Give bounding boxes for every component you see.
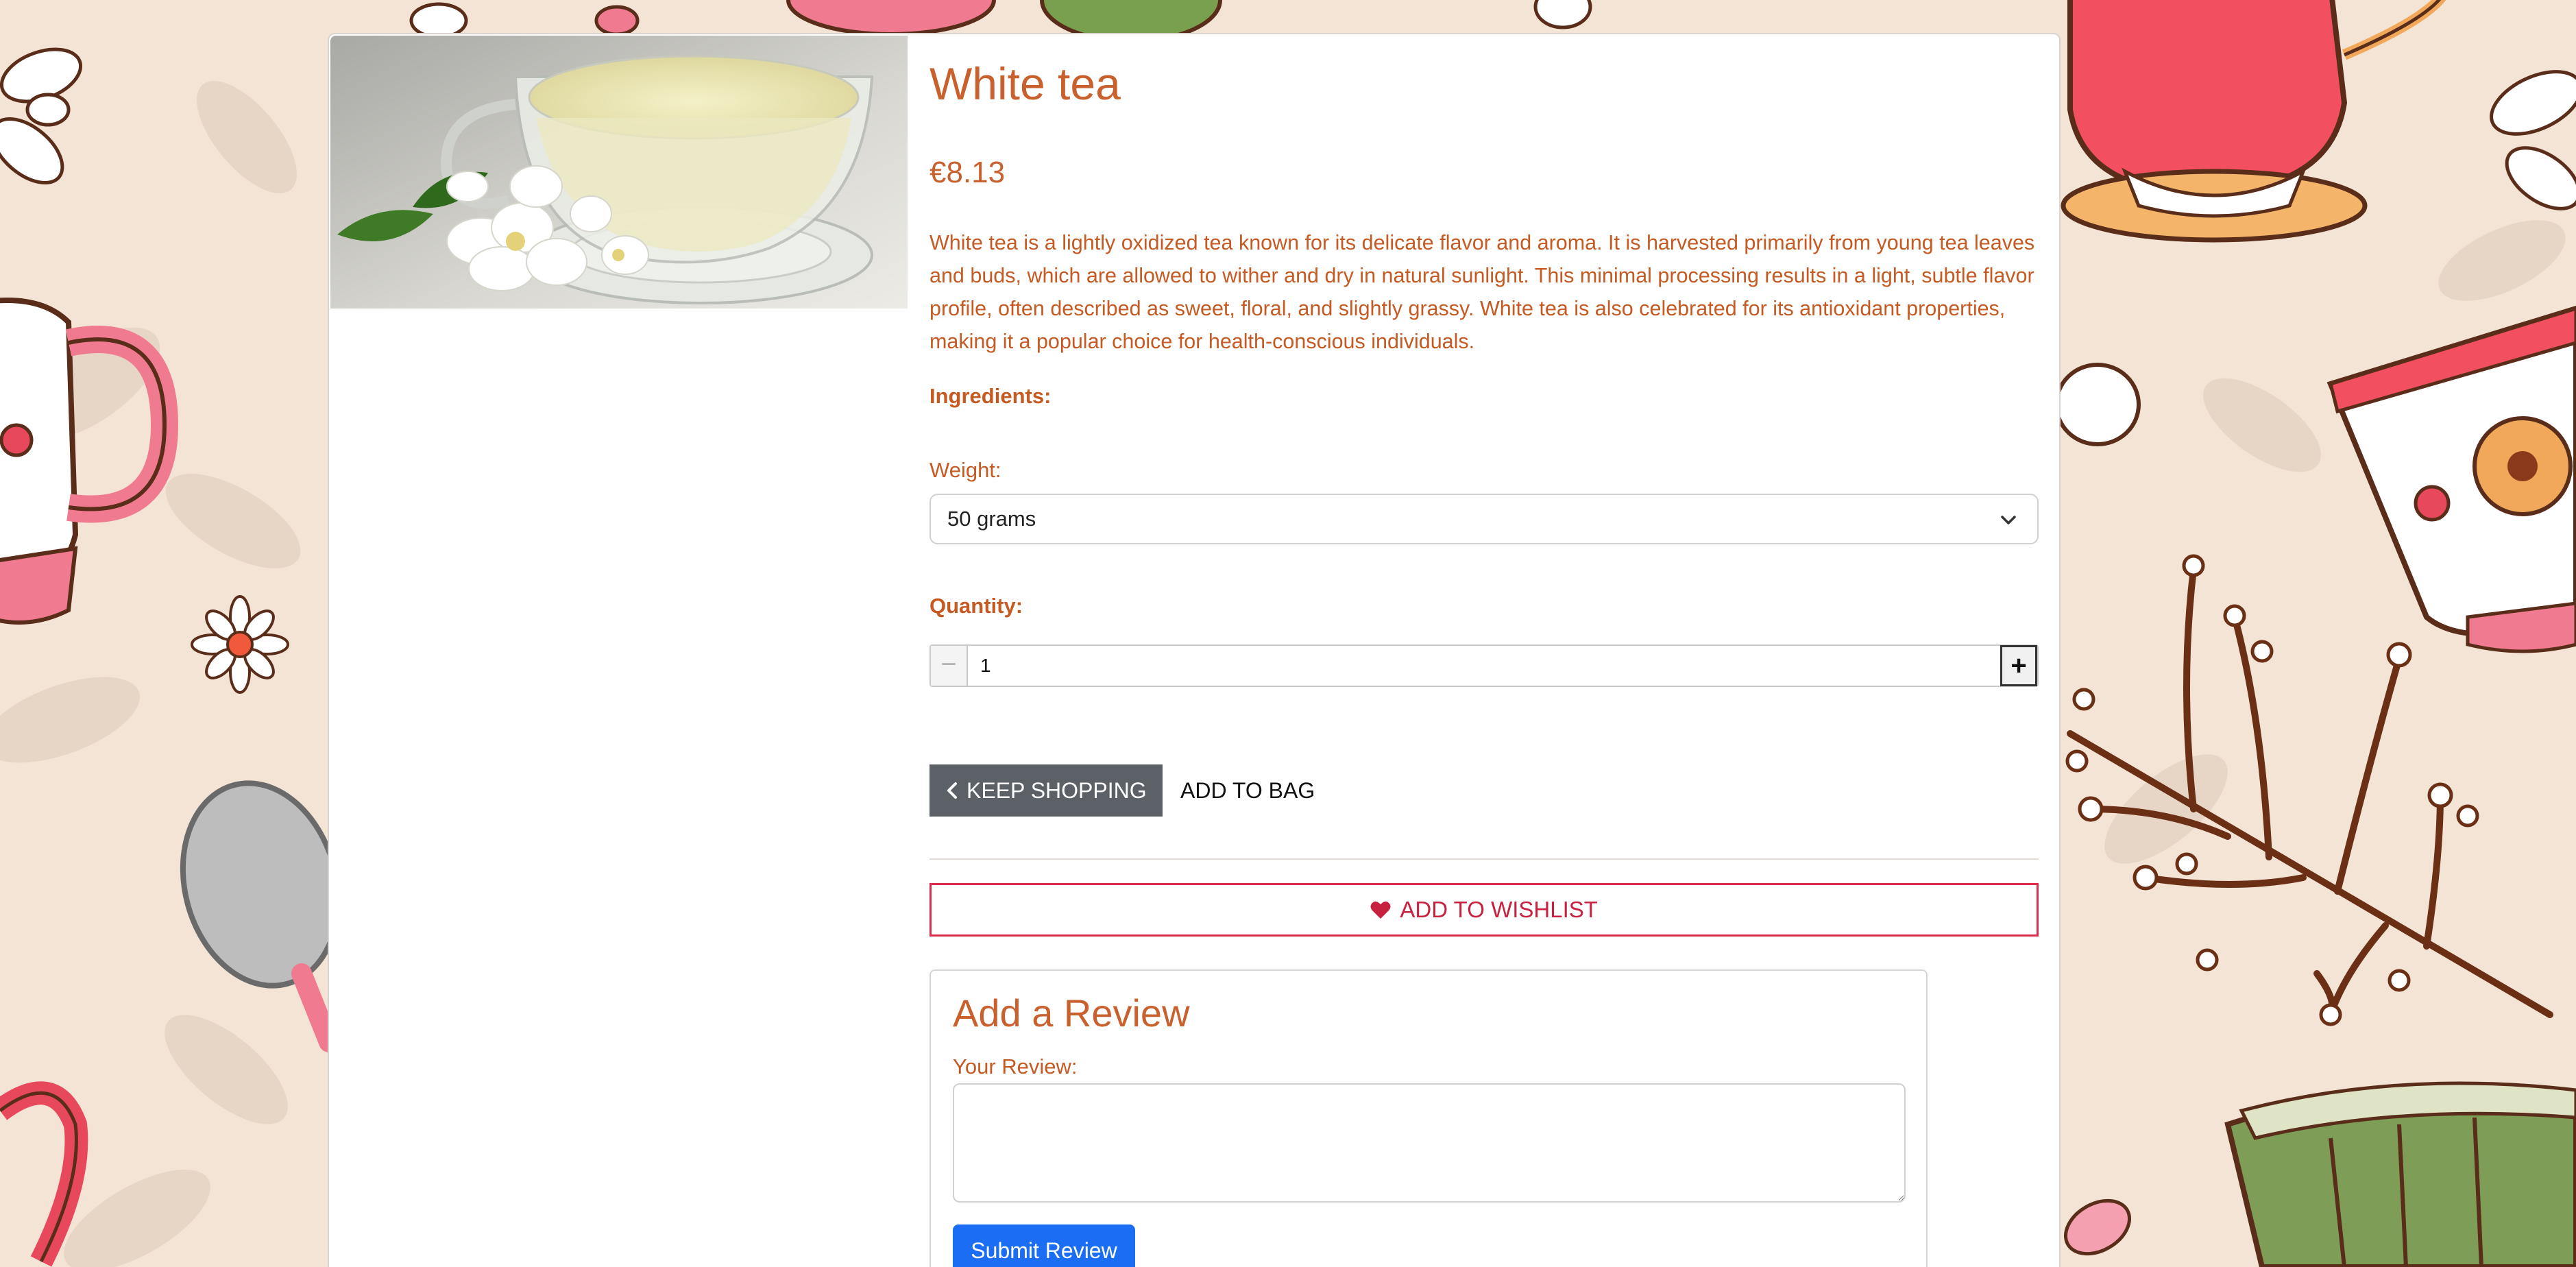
- review-title: Add a Review: [953, 991, 1190, 1035]
- add-to-bag-button[interactable]: ADD TO BAG: [1180, 764, 1315, 817]
- ingredients-label: Ingredients:: [929, 384, 1052, 408]
- review-form: Add a Review Your Review: Submit Review: [929, 969, 1928, 1267]
- add-to-wishlist-label: ADD TO WISHLIST: [1400, 897, 1598, 922]
- product-title: White tea: [929, 58, 1121, 109]
- product-card: White tea €8.13 White tea is a lightly o…: [328, 33, 2061, 1267]
- weight-label: Weight:: [929, 458, 1001, 482]
- keep-shopping-button[interactable]: KEEP SHOPPING: [929, 764, 1163, 817]
- add-to-wishlist-button[interactable]: ADD TO WISHLIST: [929, 883, 2039, 937]
- keep-shopping-label: KEEP SHOPPING: [967, 778, 1147, 803]
- chevron-down-icon: [2001, 516, 2016, 524]
- heart-icon: [1370, 901, 1391, 919]
- quantity-label: Quantity:: [929, 594, 1023, 618]
- divider: [929, 858, 2039, 860]
- review-textarea[interactable]: [953, 1083, 1906, 1203]
- review-label: Your Review:: [953, 1054, 1078, 1078]
- product-price: €8.13: [929, 156, 1006, 189]
- product-image: [330, 36, 908, 309]
- quantity-input[interactable]: 1: [980, 646, 991, 686]
- weight-select[interactable]: 50 grams: [929, 494, 2039, 544]
- quantity-stepper: − 1 +: [929, 644, 2039, 687]
- submit-review-button[interactable]: Submit Review: [953, 1224, 1135, 1267]
- increment-button[interactable]: +: [2000, 645, 2037, 686]
- decrement-button[interactable]: −: [931, 646, 968, 686]
- chevron-left-icon: [947, 782, 957, 799]
- product-description: White tea is a lightly oxidized tea know…: [929, 231, 2035, 353]
- weight-select-value: 50 grams: [947, 507, 1036, 531]
